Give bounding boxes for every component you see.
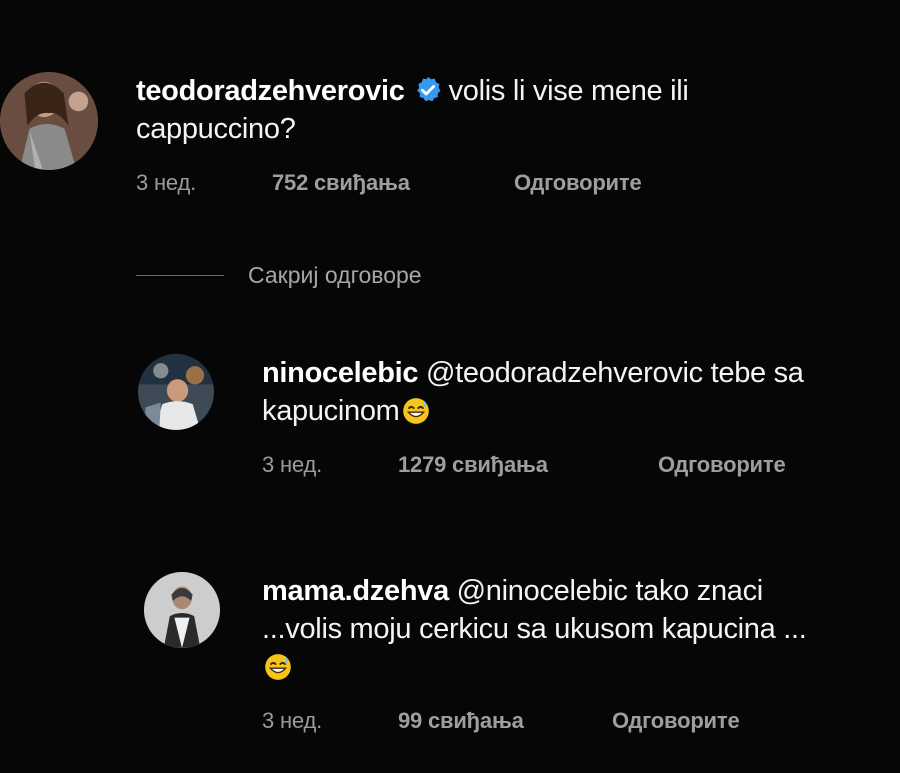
comment-text: ninocelebic @teodoradzehverovic tebe sa … [262,354,900,430]
divider-line [136,275,224,276]
comment-time: 3 нед. [262,708,322,733]
comment-meta: 3 нед. 99 свиђања Одговорите [262,708,900,734]
reply-button[interactable]: Одговорите [658,452,786,478]
comment-time: 3 нед. [136,170,196,195]
comment-meta: 3 нед. 1279 свиђања Одговорите [262,452,900,478]
comment-username[interactable]: ninocelebic [262,357,419,389]
reply-comment-1: ninocelebic @teodoradzehverovic tebe sa … [138,354,900,478]
avatar-teodoradzehverovic[interactable] [0,72,98,170]
comment-meta: 3 нед. 752 свиђања Одговорите [136,170,836,196]
comment-likes[interactable]: 1279 свиђања [398,452,658,478]
reply-button[interactable]: Одговорите [612,708,740,734]
comment-likes[interactable]: 752 свиђања [272,170,514,196]
avatar-ninocelebic[interactable] [138,354,214,430]
hide-replies-link[interactable]: Сакриј одговоре [248,262,422,289]
comment-text: teodoradzehverovic volis li vise mene ili… [136,72,836,148]
hide-replies-row[interactable]: Сакриј одговоре [136,262,422,289]
comment-text: mama.dzehva @ninocelebic tako znaci ...v… [262,572,822,686]
verified-badge-icon [416,76,441,102]
grinning-sweat-emoji-icon [265,654,291,680]
comment-main: teodoradzehverovic volis li vise mene ili… [0,72,836,196]
comment-username[interactable]: teodoradzehverovic [136,75,405,107]
reply-button[interactable]: Одговорите [514,170,642,196]
comment-likes[interactable]: 99 свиђања [398,708,612,734]
comment-time: 3 нед. [262,452,322,477]
reply-comment-2: mama.dzehva @ninocelebic tako znaci ...v… [144,572,900,734]
avatar-mama-dzehva[interactable] [144,572,220,648]
comment-username[interactable]: mama.dzehva [262,575,449,607]
grinning-sweat-emoji-icon [402,398,429,424]
